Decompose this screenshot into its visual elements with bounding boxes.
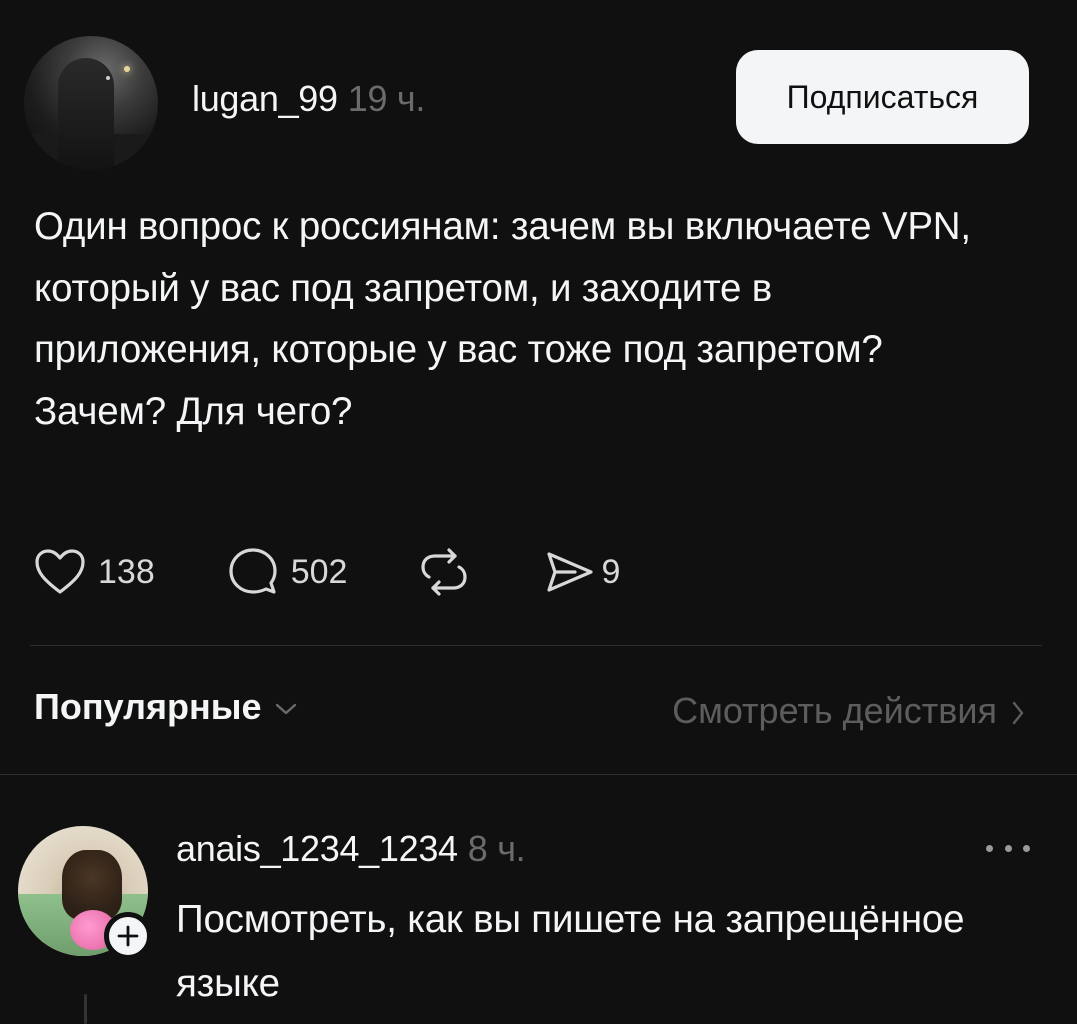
more-options-button[interactable] — [986, 836, 1030, 860]
chevron-down-icon — [275, 703, 296, 715]
more-icon — [986, 844, 993, 852]
avatar-light-2 — [106, 76, 110, 80]
avatar-figure — [58, 58, 114, 170]
post-author-avatar[interactable] — [24, 36, 158, 170]
post-author-username[interactable]: lugan_99 — [192, 78, 338, 119]
sort-label: Популярные — [34, 686, 262, 727]
avatar-light — [124, 66, 130, 72]
plus-icon — [117, 925, 139, 947]
send-icon — [547, 552, 594, 592]
comment-author-header: anais_1234_1234 8 ч. — [176, 828, 526, 870]
view-activity-link[interactable]: Смотреть действия — [672, 690, 1025, 732]
heart-icon — [35, 549, 85, 594]
like-count: 138 — [98, 552, 155, 591]
post-time: 19 ч. — [347, 78, 426, 119]
share-count: 9 — [601, 552, 621, 591]
post-text: Один вопрос к россиянам: зачем вы включа… — [34, 205, 971, 433]
follow-plus-badge[interactable] — [104, 912, 152, 960]
post-author-header: lugan_99 19 ч. — [192, 78, 425, 120]
chevron-right-icon — [1012, 701, 1024, 725]
repost-icon — [421, 548, 468, 596]
reply-button[interactable]: 502 — [227, 546, 348, 598]
comment-text: Посмотреть, как вы пишете на запрещённое… — [176, 898, 965, 1005]
view-activity-label: Смотреть действия — [672, 690, 997, 731]
reply-count: 502 — [290, 552, 348, 591]
divider — [0, 774, 1077, 775]
share-button[interactable]: 9 — [543, 548, 620, 596]
follow-button[interactable]: Подписаться — [736, 50, 1029, 144]
repost-button[interactable] — [417, 547, 471, 597]
post-actions: 138 502 9 — [34, 548, 620, 596]
speech-bubble-icon — [229, 548, 277, 594]
comment-time: 8 ч. — [467, 828, 526, 869]
like-button[interactable]: 138 — [34, 548, 155, 596]
divider — [30, 645, 1042, 646]
sort-dropdown[interactable]: Популярные — [34, 686, 298, 728]
comment-author-username[interactable]: anais_1234_1234 — [176, 828, 458, 869]
more-icon-dot — [1023, 844, 1030, 852]
more-icon-dot — [1004, 844, 1012, 852]
